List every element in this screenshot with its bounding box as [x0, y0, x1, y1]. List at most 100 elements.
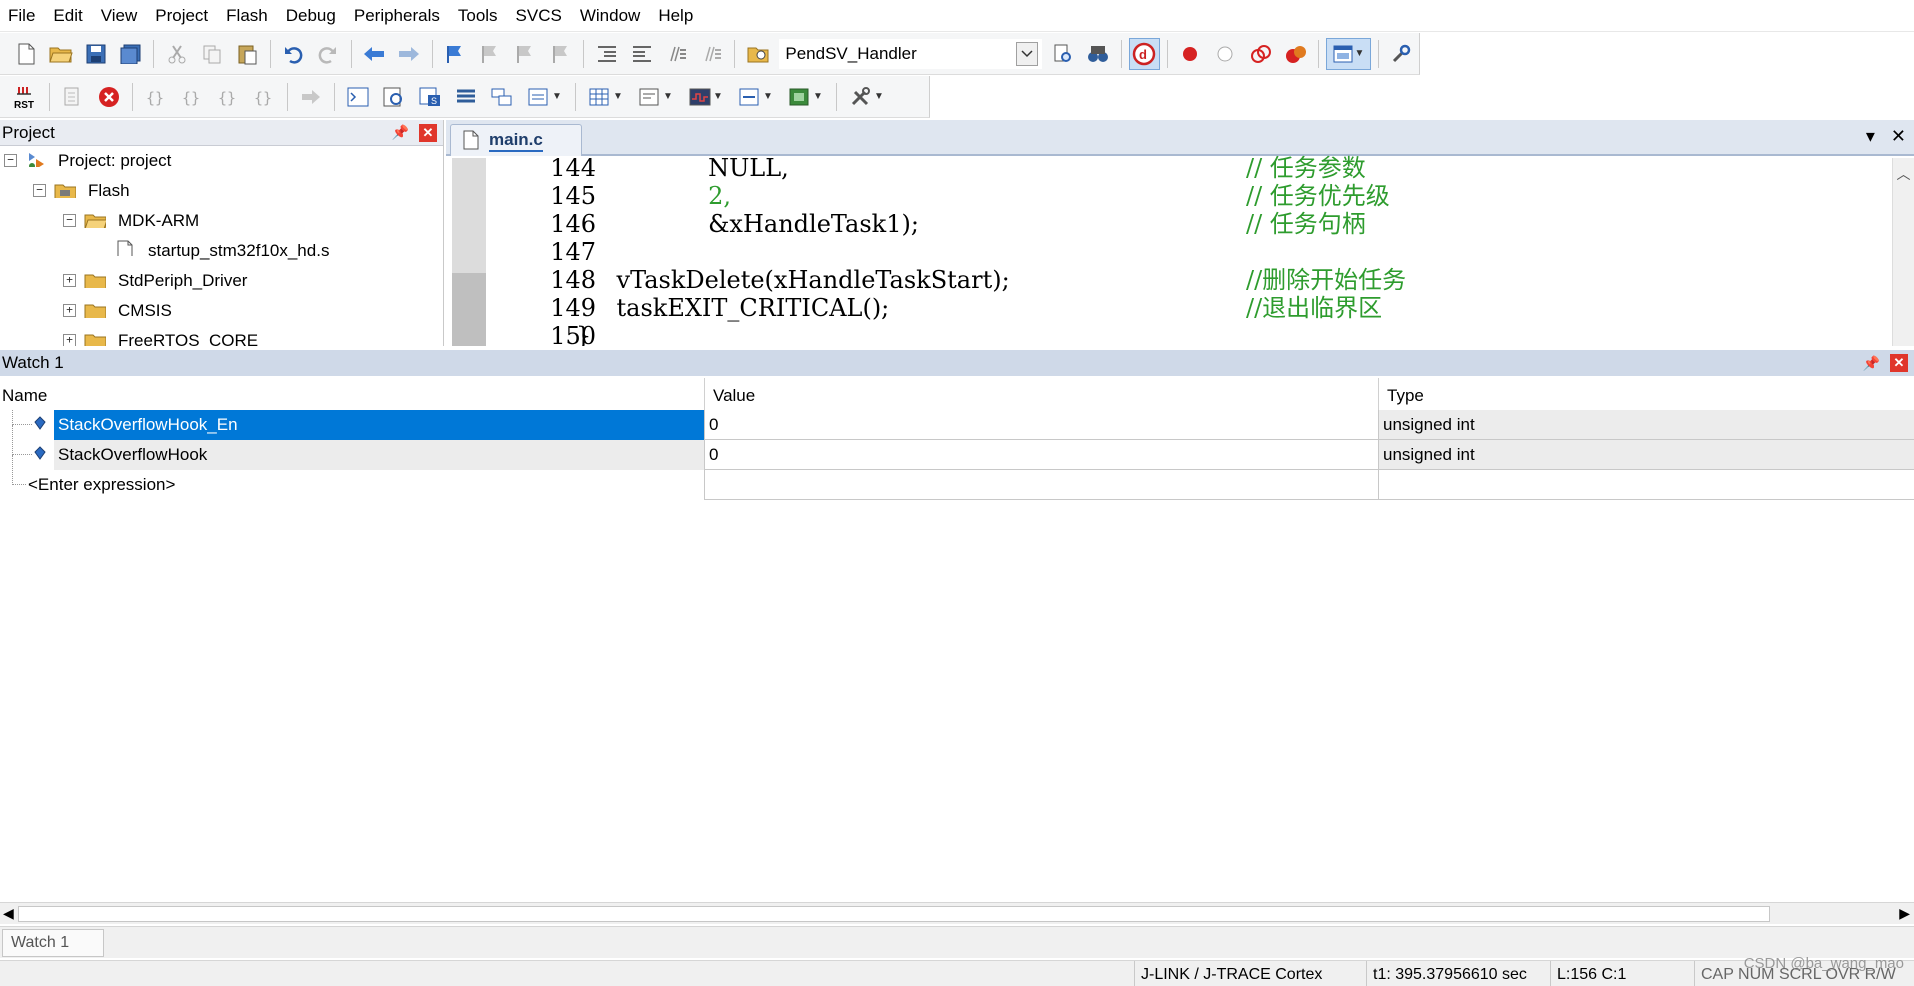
- step-out-button[interactable]: {}: [212, 81, 244, 113]
- reset-cpu-button[interactable]: RST: [10, 81, 42, 113]
- call-stack-window-button[interactable]: [486, 81, 518, 113]
- command-window-button[interactable]: [342, 81, 374, 113]
- unindent-button[interactable]: [626, 38, 657, 70]
- dropdown-icon[interactable]: ▾: [1866, 126, 1875, 147]
- indent-button[interactable]: [591, 38, 622, 70]
- menu-tools[interactable]: Tools: [450, 0, 508, 32]
- enable-breakpoint-button[interactable]: [1210, 38, 1241, 70]
- editor-scrollbar[interactable]: ︿: [1892, 158, 1914, 346]
- expand-icon[interactable]: +: [63, 334, 76, 346]
- column-header-value[interactable]: Value: [704, 378, 1377, 410]
- insert-bookmark-button[interactable]: [440, 38, 471, 70]
- menu-edit[interactable]: Edit: [45, 0, 92, 32]
- menu-help[interactable]: Help: [650, 0, 703, 32]
- tree-item-freertos-core[interactable]: + FreeRTOS_CORE: [0, 326, 443, 346]
- registers-window-button[interactable]: [450, 81, 482, 113]
- stop-button[interactable]: [93, 81, 125, 113]
- table-row[interactable]: StackOverflowHook 0 unsigned int: [0, 425, 1914, 470]
- navigate-back-button[interactable]: [359, 38, 390, 70]
- tab-watch-1[interactable]: Watch 1: [2, 929, 104, 957]
- watch-name-cell[interactable]: StackOverflowHook: [54, 440, 704, 470]
- run-to-cursor-button[interactable]: {}: [248, 81, 280, 113]
- watch-horizontal-scrollbar[interactable]: ◀ ▶: [0, 902, 1914, 924]
- function-combo[interactable]: PendSV_Handler: [779, 38, 1042, 69]
- tree-item-flash[interactable]: − Flash: [0, 176, 443, 206]
- navigate-forward-button[interactable]: [394, 38, 425, 70]
- next-bookmark-button[interactable]: [510, 38, 541, 70]
- chevron-left-icon[interactable]: ◀: [3, 905, 14, 922]
- menu-window[interactable]: Window: [572, 0, 650, 32]
- watch-name-cell[interactable]: StackOverflowHook_En: [54, 410, 704, 440]
- scrollbar-thumb[interactable]: [18, 906, 1770, 922]
- table-row[interactable]: <Enter expression>: [0, 455, 1914, 500]
- pin-icon[interactable]: 📌: [1863, 355, 1880, 372]
- find-in-files-button[interactable]: [742, 38, 773, 70]
- chevron-down-icon[interactable]: [1015, 41, 1038, 66]
- collapse-icon[interactable]: −: [4, 154, 17, 167]
- tree-item-startup-file[interactable]: startup_stm32f10x_hd.s: [0, 236, 443, 266]
- menu-file[interactable]: File: [0, 0, 45, 32]
- serial-windows-button[interactable]: ▼: [633, 81, 679, 113]
- tree-item-cmsis[interactable]: + CMSIS: [0, 296, 443, 326]
- clear-bookmarks-button[interactable]: [545, 38, 576, 70]
- step-button[interactable]: {}: [140, 81, 172, 113]
- memory-windows-button[interactable]: ▼: [583, 81, 629, 113]
- collapse-icon[interactable]: −: [33, 184, 46, 197]
- watch-value-cell[interactable]: 0: [704, 410, 1378, 440]
- kill-all-breakpoints-button[interactable]: [1280, 38, 1311, 70]
- menu-project[interactable]: Project: [147, 0, 218, 32]
- chevron-up-icon[interactable]: ︿: [1893, 164, 1914, 184]
- copy-button[interactable]: [196, 38, 227, 70]
- step-over-button[interactable]: {}: [176, 81, 208, 113]
- watch-windows-button[interactable]: ▼: [522, 81, 568, 113]
- start-debug-button[interactable]: d: [1128, 37, 1160, 70]
- save-all-button[interactable]: [115, 38, 146, 70]
- enter-expression-cell[interactable]: <Enter expression>: [24, 470, 704, 500]
- menu-debug[interactable]: Debug: [278, 0, 346, 32]
- chevron-right-icon[interactable]: ▶: [1899, 905, 1910, 922]
- undo-button[interactable]: [277, 38, 308, 70]
- column-header-type[interactable]: Type: [1378, 378, 1914, 410]
- new-file-button[interactable]: [10, 38, 41, 70]
- toolbox-button[interactable]: ▼: [844, 81, 890, 113]
- configure-button[interactable]: [1386, 38, 1417, 70]
- find-button[interactable]: [1048, 38, 1079, 70]
- disable-all-breakpoints-button[interactable]: [1245, 38, 1276, 70]
- run-button[interactable]: [57, 81, 89, 113]
- column-header-name[interactable]: Name: [0, 378, 703, 410]
- prev-bookmark-button[interactable]: [475, 38, 506, 70]
- menu-flash[interactable]: Flash: [218, 0, 278, 32]
- tree-item-project[interactable]: − Project: project: [0, 146, 443, 176]
- analysis-windows-button[interactable]: ▼: [683, 81, 729, 113]
- cut-button[interactable]: [161, 38, 192, 70]
- window-layout-button[interactable]: ▼: [1326, 37, 1371, 70]
- pin-icon[interactable]: 📌: [392, 124, 409, 141]
- expand-icon[interactable]: +: [63, 304, 76, 317]
- close-icon[interactable]: ✕: [419, 123, 437, 142]
- table-row[interactable]: StackOverflowHook_En 0 unsigned int: [0, 410, 1914, 440]
- expand-icon[interactable]: +: [63, 274, 76, 287]
- collapse-icon[interactable]: −: [63, 214, 76, 227]
- system-viewer-button[interactable]: ▼: [783, 81, 829, 113]
- insert-breakpoint-button[interactable]: [1175, 38, 1206, 70]
- redo-button[interactable]: [313, 38, 344, 70]
- close-icon[interactable]: ✕: [1891, 126, 1906, 147]
- close-icon[interactable]: ✕: [1890, 354, 1908, 372]
- open-button[interactable]: [45, 38, 76, 70]
- trace-windows-button[interactable]: ▼: [733, 81, 779, 113]
- paste-button[interactable]: [231, 38, 262, 70]
- watch-value-cell[interactable]: 0: [704, 440, 1378, 470]
- menu-svcs[interactable]: SVCS: [508, 0, 572, 32]
- symbols-window-button[interactable]: S: [414, 81, 446, 113]
- uncomment-button[interactable]: [696, 38, 727, 70]
- save-button[interactable]: [80, 38, 111, 70]
- comment-button[interactable]: [661, 38, 692, 70]
- disassembly-window-button[interactable]: [378, 81, 410, 113]
- tree-item-mdk-arm[interactable]: − MDK-ARM: [0, 206, 443, 236]
- show-next-statement-button[interactable]: [295, 81, 327, 113]
- code-area[interactable]: 144 NULL, // 任务参数 145 2, // 任务优先级 146 &x…: [446, 154, 1914, 346]
- tab-main-c[interactable]: main.c: [450, 124, 582, 156]
- menu-view[interactable]: View: [93, 0, 148, 32]
- incremental-find-button[interactable]: [1083, 38, 1114, 70]
- tree-item-stdperiph[interactable]: + StdPeriph_Driver: [0, 266, 443, 296]
